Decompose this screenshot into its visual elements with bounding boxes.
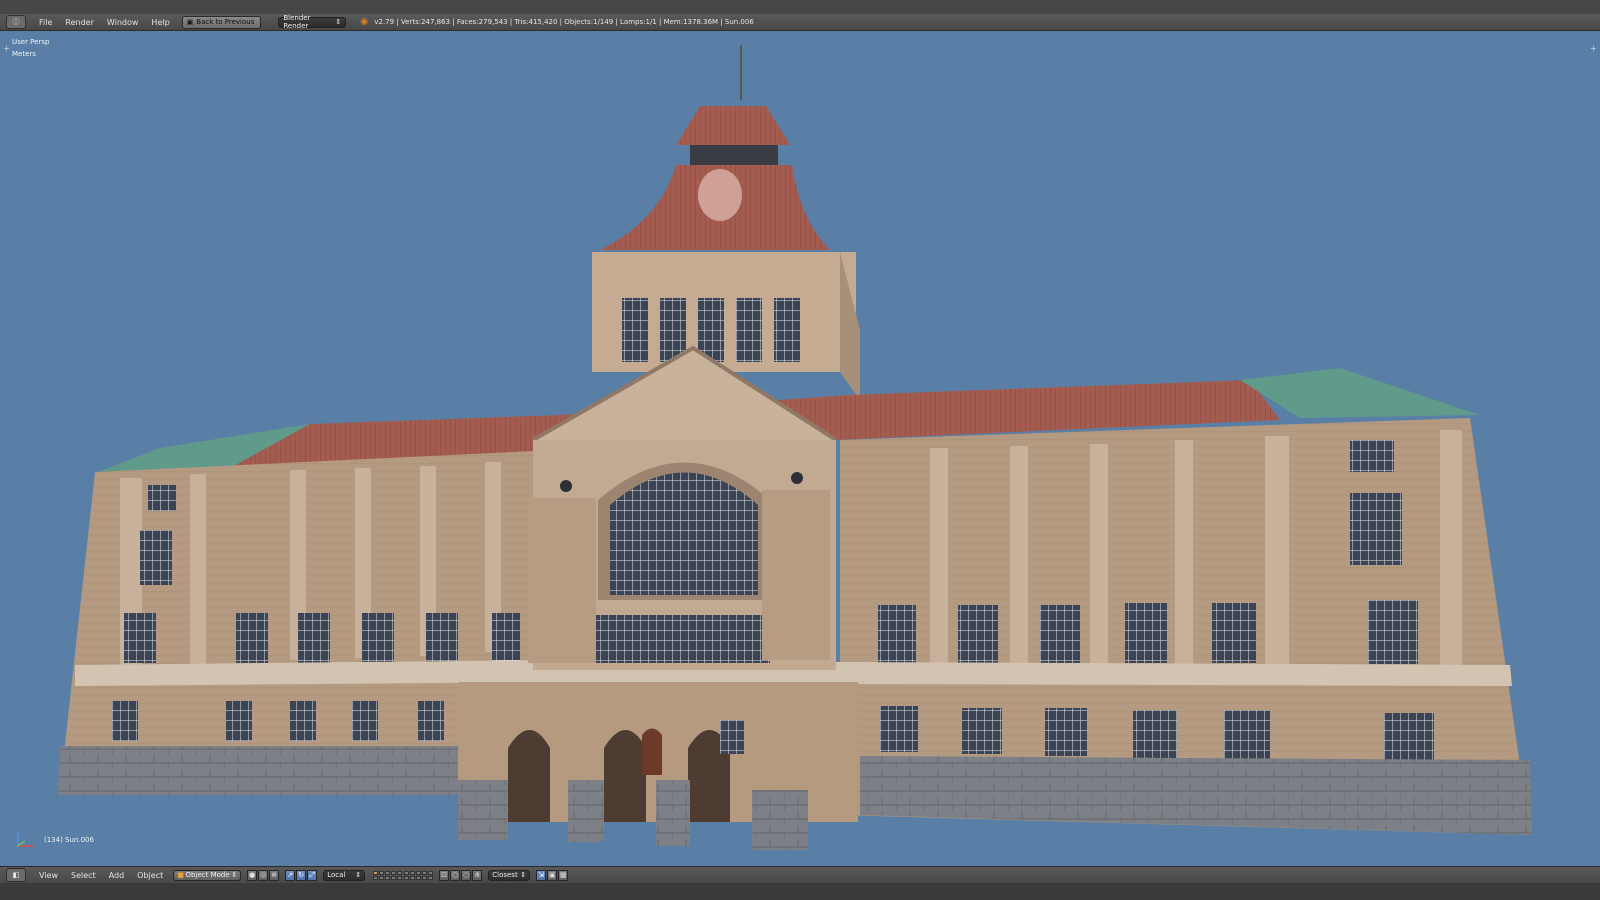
info-icon: ⓘ <box>12 18 20 26</box>
updown-arrow-icon: ⇕ <box>335 18 342 26</box>
proportional-group: ⊡ ○ ◌ ⋔ <box>439 869 483 881</box>
manipulator-group: ↗ ↻ ⤢ <box>285 869 318 881</box>
updown-arrow-icon: ⇕ <box>520 871 527 879</box>
oculus-left <box>560 480 572 492</box>
editor-type-button[interactable]: ◧ <box>6 868 26 882</box>
lock-camera-icon[interactable]: ⊡ <box>439 869 450 881</box>
menu-file[interactable]: File <box>39 18 52 27</box>
transform-orientation-select[interactable]: Local ⇕ <box>323 869 366 881</box>
scene-stats: v2.79 | Verts:247,863 | Faces:279,543 | … <box>374 18 754 26</box>
left-stone-plinth <box>58 746 470 795</box>
right-copper-roof <box>1240 368 1480 418</box>
layer-block-right[interactable] <box>404 870 434 880</box>
orientation-label: Local <box>327 871 346 879</box>
arched-window <box>610 472 758 595</box>
render-engine-label: Blender Render <box>283 14 311 30</box>
menu-select[interactable]: Select <box>71 871 96 880</box>
window-top-strip <box>0 0 1600 14</box>
right-tower-pier <box>762 490 830 660</box>
3d-view-icon: ◧ <box>12 871 20 879</box>
mode-label: Object Mode <box>185 871 230 879</box>
updown-arrow-icon: ⇕ <box>231 871 238 879</box>
snap-label: Closest <box>492 871 518 879</box>
right-stone-plinth <box>860 756 1532 835</box>
menu-add[interactable]: Add <box>109 871 125 880</box>
axis-gizmo-icon <box>17 831 34 847</box>
entrance-door <box>642 728 662 775</box>
scale-icon[interactable]: ⤢ <box>307 869 318 881</box>
editor-type-button[interactable]: ⓘ <box>6 15 26 29</box>
lower-central-windows <box>590 615 770 663</box>
left-tower-pier <box>528 498 596 663</box>
pivot-point-button[interactable]: ◎ <box>258 869 269 881</box>
window-bottom-strip <box>0 883 1600 900</box>
3d-viewport[interactable]: User Persp Meters + + (134) Sun.006 <box>0 31 1600 866</box>
active-object-label: (134) Sun.006 <box>44 836 94 844</box>
interaction-mode-select[interactable]: ■ Object Mode ⇕ <box>173 869 242 881</box>
manipulator-toggle[interactable]: ⊕ <box>269 869 280 881</box>
3d-view-header: ◧ View Select Add Object ■ Object Mode ⇕… <box>0 866 1600 883</box>
render-group: ⇲ ▣ ▦ <box>536 869 569 881</box>
layer-block-left[interactable] <box>373 870 403 880</box>
info-header: ⓘ File Render Window Help ▣ Back to Prev… <box>0 14 1600 31</box>
lantern <box>690 145 778 165</box>
back-to-previous-label: Back to Previous <box>196 18 255 26</box>
render-animation-icon[interactable]: ▦ <box>558 869 569 881</box>
tower-cap-roof <box>676 106 790 145</box>
translate-icon[interactable]: ↗ <box>285 869 296 881</box>
portico-arches <box>508 730 730 822</box>
cube-icon: ■ <box>177 871 184 879</box>
roof-highlight <box>698 169 742 221</box>
snap-align-icon[interactable]: ⇲ <box>536 869 547 881</box>
portico-window <box>720 720 744 754</box>
snap-toggle-icon[interactable]: ⋔ <box>472 869 483 881</box>
rotate-icon[interactable]: ↻ <box>296 869 307 881</box>
menu-object[interactable]: Object <box>137 871 163 880</box>
menu-window[interactable]: Window <box>107 18 139 27</box>
layer-buttons[interactable] <box>373 870 434 880</box>
falloff-icon[interactable]: ◌ <box>461 869 472 881</box>
shading-group: ● ◎ ⊕ <box>247 869 280 881</box>
snap-target-select[interactable]: Closest ⇕ <box>488 869 531 881</box>
building-model <box>58 45 1532 850</box>
menu-help[interactable]: Help <box>151 18 169 27</box>
proportional-edit-icon[interactable]: ○ <box>450 869 461 881</box>
oculus-right <box>791 472 803 484</box>
menu-view[interactable]: View <box>39 871 58 880</box>
render-still-icon[interactable]: ▣ <box>547 869 558 881</box>
viewport-shading-button[interactable]: ● <box>247 869 258 881</box>
blender-logo-icon: ◉ <box>360 17 369 27</box>
menu-render[interactable]: Render <box>65 18 93 27</box>
render-engine-select[interactable]: Blender Render ⇕ <box>278 14 347 30</box>
screen-icon: ▣ <box>186 18 194 26</box>
back-to-previous-button[interactable]: ▣ Back to Previous <box>181 15 262 29</box>
updown-arrow-icon: ⇕ <box>355 871 362 879</box>
